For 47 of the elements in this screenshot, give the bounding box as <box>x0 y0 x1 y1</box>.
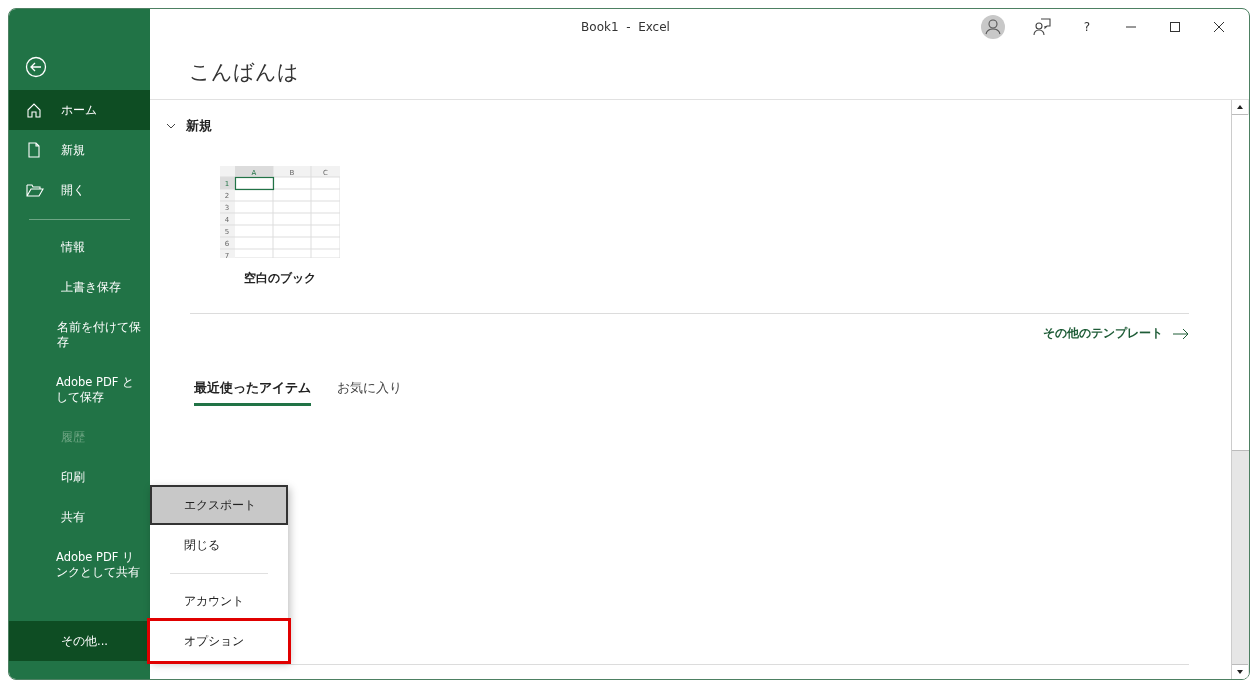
template-label[interactable]: 空白のブック <box>244 270 316 287</box>
sidebar-item[interactable]: 新規 <box>9 130 150 170</box>
tab[interactable]: お気に入り <box>337 379 402 406</box>
menu-item[interactable]: 閉じる <box>150 525 288 565</box>
sidebar-item[interactable]: 情報 <box>9 227 150 267</box>
chevron-down-icon[interactable] <box>166 123 176 129</box>
sidebar-label: 履歴 <box>61 429 85 445</box>
scroll-up-icon[interactable] <box>1232 100 1248 115</box>
greeting-heading: こんばんは <box>189 58 299 86</box>
section-heading: 新規 <box>186 117 212 135</box>
scrollbar[interactable] <box>1231 100 1249 679</box>
scroll-down-icon[interactable] <box>1232 664 1248 679</box>
arrow-right-icon <box>1173 328 1189 339</box>
sidebar-item[interactable]: その他... <box>9 621 150 661</box>
sidebar-label: ホーム <box>61 102 97 118</box>
sidebar-label: Adobe PDF リンクとして共有 <box>56 549 141 580</box>
avatar-icon[interactable] <box>981 14 1005 39</box>
sidebar-item[interactable]: Adobe PDF リンクとして共有 <box>9 537 150 592</box>
sidebar-label: 開く <box>61 182 85 198</box>
sidebar-label: 情報 <box>61 239 85 255</box>
help-button[interactable]: ? <box>1065 9 1109 44</box>
sidebar-label: 新規 <box>61 142 85 158</box>
sidebar-label: 名前を付けて保存 <box>57 319 142 350</box>
more-templates-link[interactable]: その他のテンプレート <box>1043 325 1189 342</box>
sidebar-item[interactable]: 開く <box>9 170 150 210</box>
scrollbar-thumb[interactable] <box>1232 115 1249 451</box>
menu-item[interactable]: エクスポート <box>150 485 288 525</box>
sidebar-item[interactable]: Adobe PDF として保存 <box>9 362 150 417</box>
menu-item[interactable]: アカウント <box>150 581 288 621</box>
sidebar-label: その他... <box>61 633 108 649</box>
document-icon <box>26 142 42 158</box>
sidebar-item[interactable]: 印刷 <box>9 457 150 497</box>
sidebar-label: 共有 <box>61 509 85 525</box>
person-comment-icon[interactable] <box>1033 17 1051 36</box>
sidebar-label: Adobe PDF として保存 <box>56 374 136 405</box>
home-icon <box>26 102 42 118</box>
back-icon[interactable] <box>25 56 47 78</box>
sidebar-label: 上書き保存 <box>61 279 121 295</box>
sidebar-item[interactable]: ホーム <box>9 90 150 130</box>
sidebar-label: 印刷 <box>61 469 85 485</box>
tab[interactable]: 最近使ったアイテム <box>194 379 311 406</box>
sidebar-item[interactable]: 共有 <box>9 497 150 537</box>
sidebar-item[interactable]: 上書き保存 <box>9 267 150 307</box>
folder-icon <box>26 182 44 198</box>
sidebar-item[interactable]: 名前を付けて保存 <box>9 307 150 362</box>
window-title: Book1 - Excel <box>580 19 671 34</box>
menu-item[interactable]: オプション <box>150 621 288 661</box>
